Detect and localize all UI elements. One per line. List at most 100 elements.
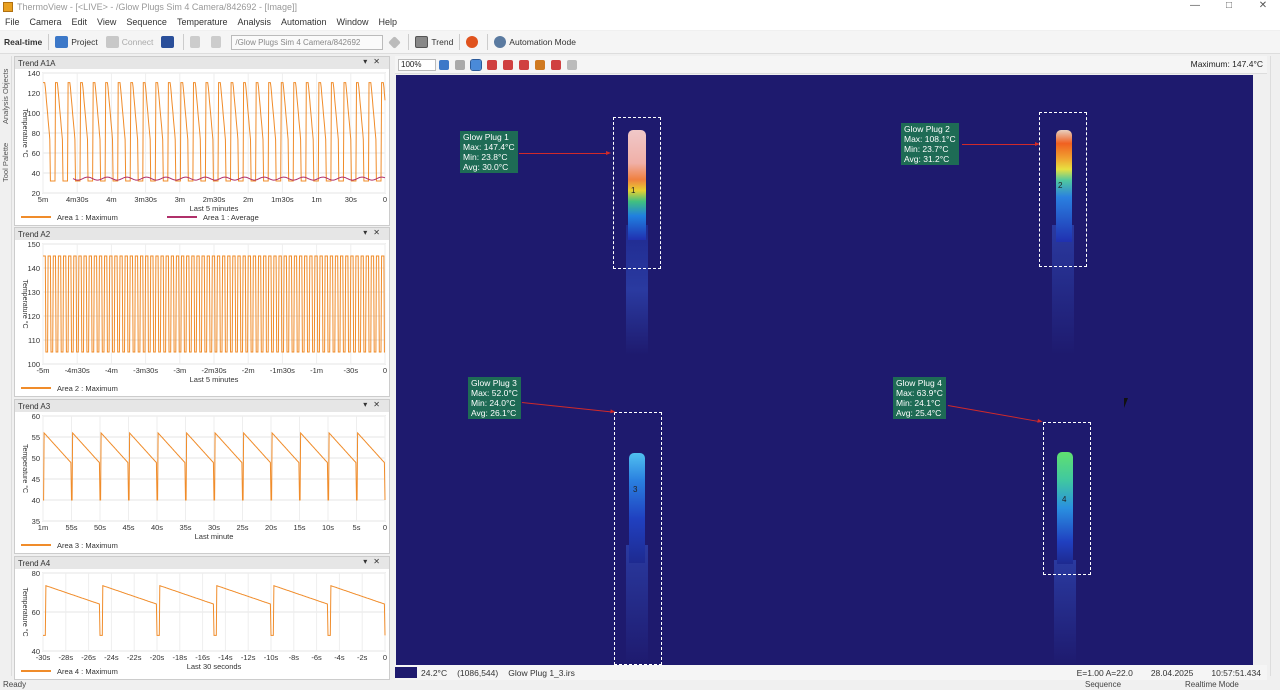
x-tick-label: 2m30s — [203, 195, 226, 204]
image-scrollbar[interactable] — [1255, 75, 1267, 665]
plug-max: Max: 63.9°C — [896, 388, 943, 398]
forward-button[interactable] — [207, 32, 228, 52]
panel-controls[interactable]: ▾✕ — [363, 400, 386, 409]
right-side-tabs — [1270, 56, 1280, 676]
trend-icon — [415, 36, 429, 48]
automation-mode-button[interactable]: Automation Mode — [490, 32, 580, 52]
analysis-area-3[interactable] — [614, 412, 662, 665]
x-tick-label: 1m30s — [271, 195, 294, 204]
y-tick-label: 100 — [27, 109, 40, 118]
clear-tool-icon[interactable] — [567, 59, 577, 70]
y-tick-label: 130 — [27, 288, 40, 297]
y-tick-label: 110 — [28, 336, 40, 345]
menu-sequence[interactable]: Sequence — [121, 17, 172, 27]
x-tick-label: 15s — [293, 523, 305, 532]
menu-view[interactable]: View — [92, 17, 121, 27]
y-tick-label: 80 — [32, 569, 40, 578]
line-tool-icon[interactable] — [503, 59, 513, 70]
plug-4-info: Glow Plug 4 Max: 63.9°C Min: 24.1°C Avg: 25… — [893, 377, 946, 419]
menu-edit[interactable]: Edit — [67, 17, 93, 27]
x-tick-label: 0 — [383, 523, 387, 532]
x-tick-label: -2m — [242, 366, 255, 375]
x-tick-label: 2m — [243, 195, 253, 204]
x-axis-label: Last 5 minutes — [190, 204, 239, 213]
maximize-button[interactable]: □ — [1212, 0, 1246, 14]
menu-automation[interactable]: Automation — [276, 17, 332, 27]
y-tick-label: 60 — [32, 149, 40, 158]
menu-analysis[interactable]: Analysis — [232, 17, 276, 27]
project-button[interactable]: Project — [51, 32, 101, 52]
analysis-area-2[interactable] — [1039, 112, 1087, 267]
plug-label: Glow Plug 1 — [463, 132, 509, 142]
toolbar-separator — [459, 34, 461, 50]
cursor-coordinates: (1086,544) — [457, 667, 499, 678]
pin-tool-icon[interactable] — [551, 59, 561, 70]
y-tick-label: 80 — [32, 129, 40, 138]
status-bar: Ready Sequence Realtime Mode — [0, 680, 1280, 690]
trend-panel-header: Trend A4 ▾✕ — [15, 557, 389, 569]
realtime-button[interactable]: Real-time — [0, 32, 46, 52]
save-button[interactable] — [157, 32, 181, 52]
y-tick-label: 40 — [32, 496, 40, 505]
spot-tool-icon[interactable] — [487, 59, 497, 70]
x-tick-label: -3m30s — [133, 366, 158, 375]
zoom-select[interactable]: 100% — [398, 58, 436, 71]
plug-label: Glow Plug 4 — [896, 378, 942, 388]
y-axis-label: Temperature °C — [21, 444, 29, 493]
plug-body — [1054, 560, 1076, 665]
menu-file[interactable]: File — [0, 17, 25, 27]
refresh-icon[interactable] — [439, 59, 449, 70]
trend-panel-a1a: Trend A1A ▾✕ 140 120 100 80 60 40 20 5m 4m30s 4m 3m… — [14, 56, 390, 226]
x-tick-label: -4s — [334, 653, 345, 662]
x-tick-label: 4m — [106, 195, 116, 204]
record-button[interactable] — [462, 32, 485, 52]
connect-button[interactable]: Connect — [102, 32, 158, 52]
x-tick-label: -18s — [173, 653, 188, 662]
x-tick-label: 0 — [383, 366, 387, 375]
x-tick-label: 10s — [322, 523, 334, 532]
mouse-cursor — [1124, 398, 1128, 408]
path-field[interactable]: /Glow Plugs Sim 4 Camera/842692 — [231, 34, 384, 50]
panel-controls[interactable]: ▾✕ — [363, 57, 386, 66]
minimize-button[interactable]: — — [1178, 0, 1212, 14]
y-tick-label: 50 — [32, 454, 40, 463]
navigate-button[interactable] — [386, 32, 406, 52]
menu-temperature[interactable]: Temperature — [172, 17, 233, 27]
panel-controls[interactable]: ▾✕ — [363, 228, 386, 237]
x-tick-label: 5m — [38, 195, 48, 204]
trend-title: Trend A4 — [18, 558, 51, 568]
menu-camera[interactable]: Camera — [25, 17, 67, 27]
tab-tool-palette[interactable]: Tool Palette — [1, 136, 11, 182]
emissivity-readout: E=1.00 A=22.0 — [1076, 667, 1133, 678]
x-tick-label: 1m — [38, 523, 48, 532]
pencil-tool-icon[interactable] — [535, 59, 545, 70]
x-tick-label: -10s — [264, 653, 279, 662]
back-button[interactable] — [186, 32, 207, 52]
y-tick-label: 40 — [32, 169, 40, 178]
x-tick-label: -8s — [289, 653, 300, 662]
plug-marker: 2 — [1058, 181, 1063, 190]
left-side-tabs: Analysis Objects Tool Palette — [0, 56, 12, 676]
copy-icon[interactable] — [455, 59, 465, 70]
rectangle-tool-icon[interactable] — [519, 59, 529, 70]
menu-window[interactable]: Window — [332, 17, 374, 27]
pointer-tool-icon[interactable] — [470, 58, 482, 71]
image-time: 10:57:51.434 — [1211, 667, 1261, 678]
window-title: ThermoView - [<LIVE> - /Glow Plugs Sim 4… — [17, 2, 297, 12]
file-name: Glow Plug 1_3.irs — [508, 667, 575, 678]
plug-min: Min: 24.0°C — [471, 398, 516, 408]
x-tick-label: 30s — [208, 523, 220, 532]
x-tick-label: -30s — [36, 653, 51, 662]
analysis-area-1[interactable] — [613, 117, 661, 269]
close-window-button[interactable]: ✕ — [1246, 0, 1280, 14]
analysis-area-4[interactable] — [1043, 422, 1091, 575]
image-date: 28.04.2025 — [1150, 667, 1194, 678]
panel-controls[interactable]: ▾✕ — [363, 557, 386, 566]
plug-1-info: Glow Plug 1 Max: 147.4°C Min: 23.8°C Avg: 3… — [460, 131, 518, 173]
project-icon — [55, 36, 69, 48]
color-swatch — [395, 667, 417, 678]
menu-help[interactable]: Help — [374, 17, 403, 27]
tab-analysis-objects[interactable]: Analysis Objects — [1, 58, 11, 124]
thermal-image[interactable]: Glow Plug 1 Max: 147.4°C Min: 23.8°C Avg: 3… — [396, 75, 1253, 665]
trend-button[interactable]: Trend — [411, 32, 457, 52]
